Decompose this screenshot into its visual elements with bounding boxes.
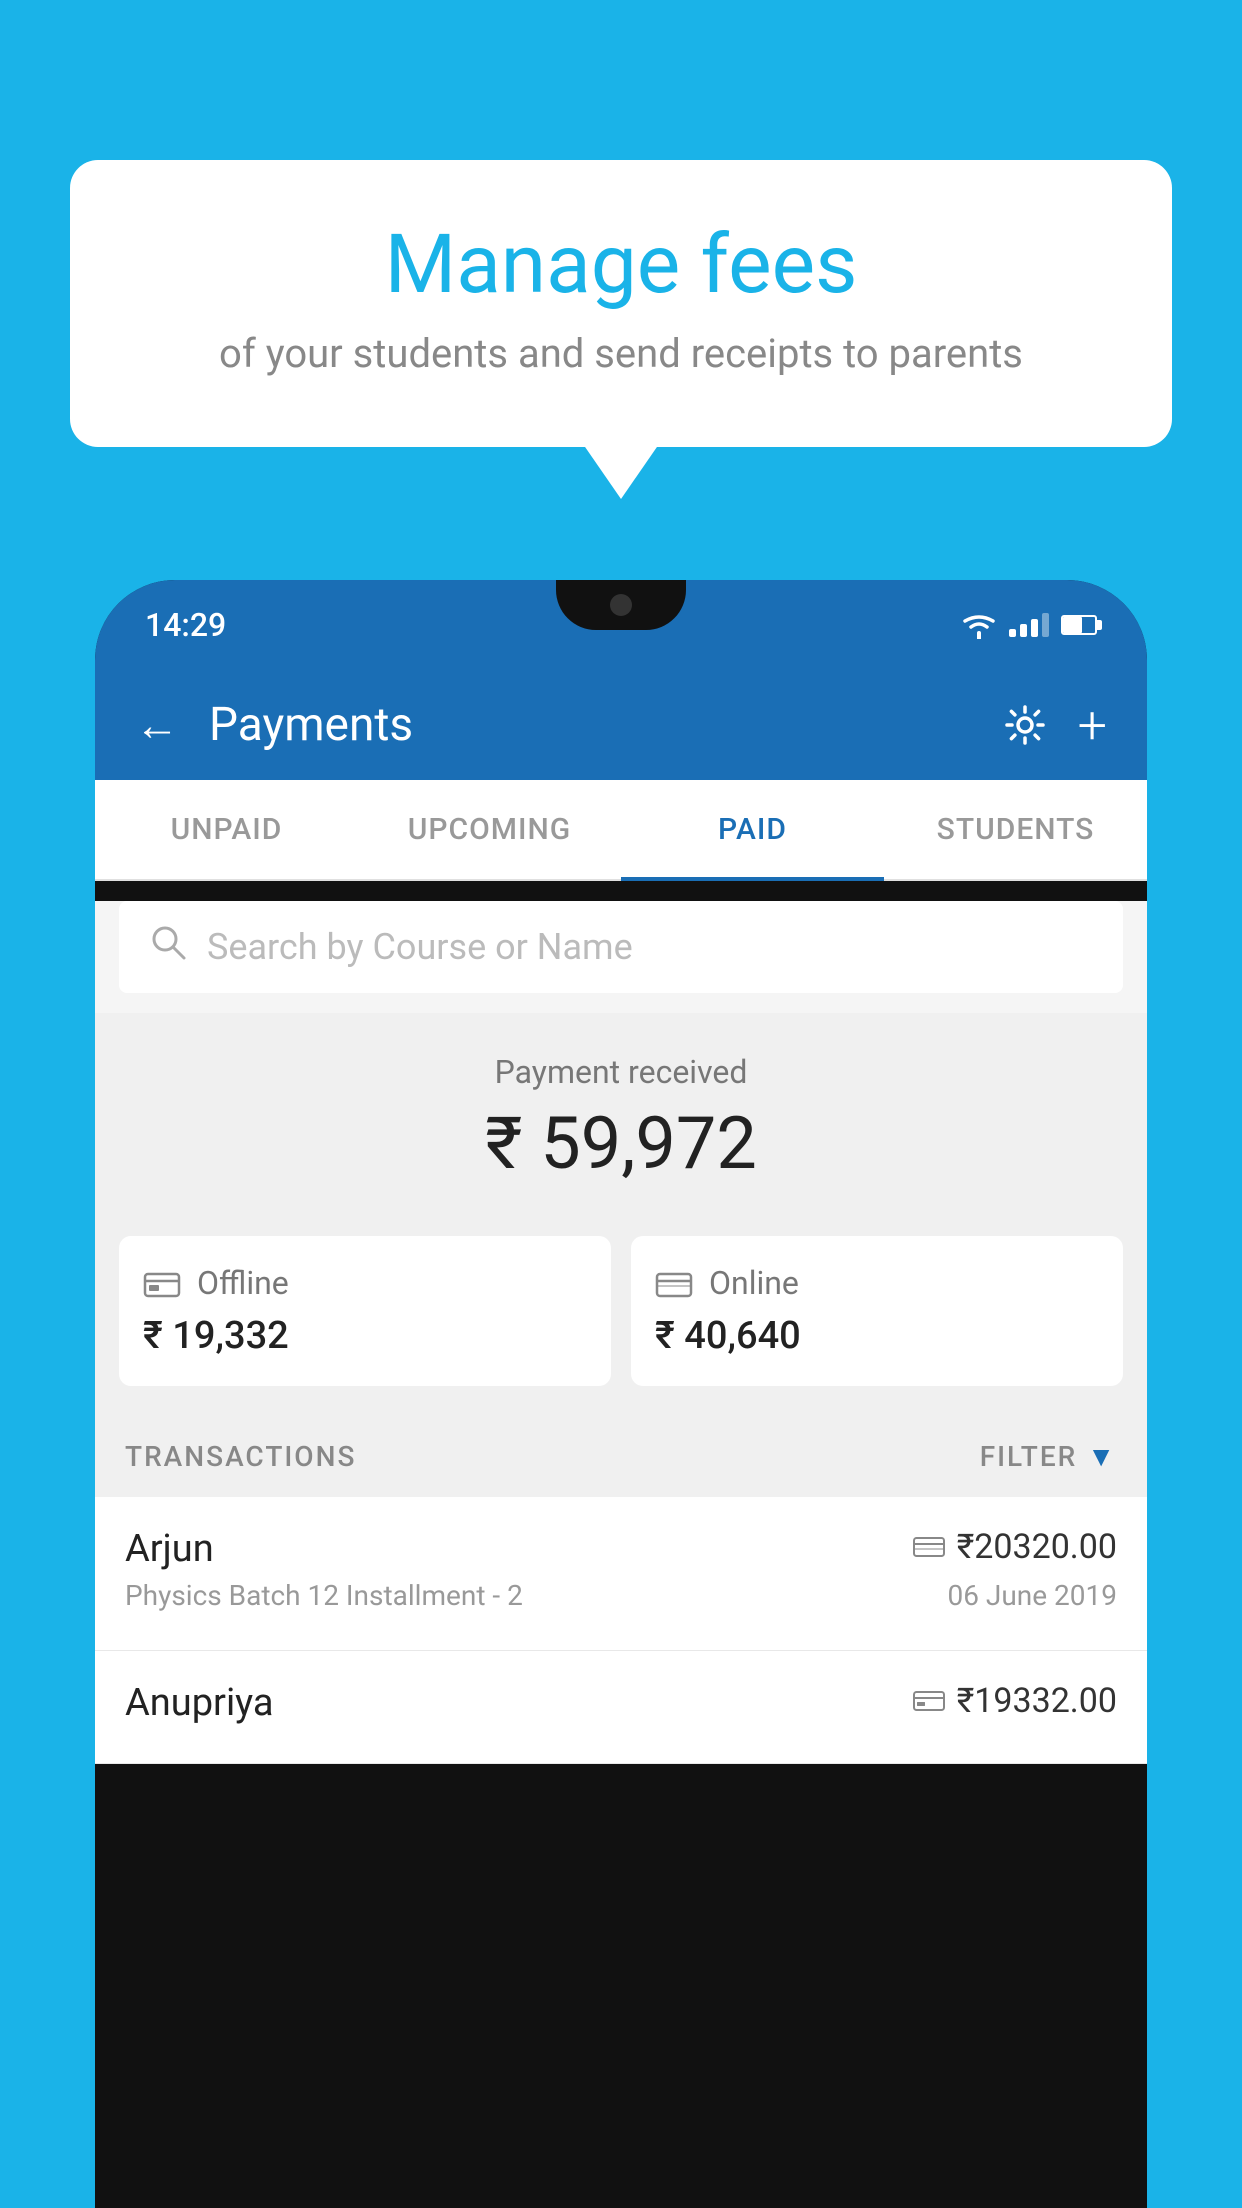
filter-button[interactable]: FILTER ▼	[980, 1440, 1117, 1473]
transaction-name: Anupriya	[125, 1681, 274, 1725]
transaction-row-top: Arjun ₹20320.00	[125, 1527, 1117, 1571]
online-payment-icon	[655, 1268, 693, 1298]
battery-icon	[1061, 615, 1097, 635]
bubble-subtitle: of your students and send receipts to pa…	[120, 330, 1122, 377]
status-icons	[961, 611, 1097, 639]
offline-label: Offline	[197, 1264, 289, 1302]
phone-mockup: 14:29 ← Payments	[95, 580, 1147, 2208]
filter-label: FILTER	[980, 1440, 1078, 1473]
transaction-name: Arjun	[125, 1527, 214, 1571]
back-button[interactable]: ←	[135, 699, 179, 751]
app-bar: ← Payments +	[95, 670, 1147, 780]
status-time: 14:29	[145, 606, 226, 644]
online-amount: ₹ 40,640	[655, 1314, 1099, 1358]
card-payment-icon	[913, 1535, 945, 1559]
table-row[interactable]: Anupriya ₹19332.00	[95, 1651, 1147, 1764]
online-label: Online	[709, 1264, 799, 1302]
transaction-course: Physics Batch 12 Installment - 2	[125, 1579, 523, 1612]
transactions-header: TRANSACTIONS FILTER ▼	[95, 1416, 1147, 1497]
tab-paid[interactable]: PAID	[621, 780, 884, 879]
transaction-row-top: Anupriya ₹19332.00	[125, 1681, 1117, 1725]
speech-bubble: Manage fees of your students and send re…	[70, 160, 1172, 447]
bubble-title: Manage fees	[120, 220, 1122, 310]
tab-students[interactable]: STUDENTS	[884, 780, 1147, 879]
filter-icon: ▼	[1087, 1440, 1117, 1473]
wifi-icon	[961, 611, 997, 639]
add-button[interactable]: +	[1078, 695, 1107, 756]
payment-cards: Offline ₹ 19,332 Online ₹ 40,640	[95, 1216, 1147, 1416]
offline-card: Offline ₹ 19,332	[119, 1236, 611, 1386]
tab-unpaid[interactable]: UNPAID	[95, 780, 358, 879]
offline-card-header: Offline	[143, 1264, 587, 1302]
camera	[610, 594, 632, 616]
search-icon	[149, 923, 187, 971]
offline-amount: ₹ 19,332	[143, 1314, 587, 1358]
offline-payment-small-icon	[913, 1689, 945, 1713]
transaction-amount: ₹19332.00	[957, 1681, 1117, 1721]
offline-payment-icon	[143, 1268, 181, 1298]
tab-upcoming[interactable]: UPCOMING	[358, 780, 621, 879]
table-row[interactable]: Arjun ₹20320.00 Physics Batch 12 Install…	[95, 1497, 1147, 1651]
app-bar-title: Payments	[209, 698, 972, 752]
transactions-label: TRANSACTIONS	[125, 1440, 356, 1473]
online-card: Online ₹ 40,640	[631, 1236, 1123, 1386]
payment-total-amount: ₹ 59,972	[125, 1101, 1117, 1186]
transaction-row-bottom: Physics Batch 12 Installment - 2 06 June…	[125, 1579, 1117, 1612]
signal-icon	[1009, 613, 1049, 637]
screen-content: Search by Course or Name Payment receive…	[95, 901, 1147, 1764]
phone-notch	[556, 580, 686, 630]
online-card-header: Online	[655, 1264, 1099, 1302]
tabs-bar: UNPAID UPCOMING PAID STUDENTS	[95, 780, 1147, 881]
transaction-date: 06 June 2019	[947, 1579, 1117, 1612]
transaction-amount-wrap: ₹20320.00	[913, 1527, 1117, 1567]
gear-icon[interactable]	[1002, 702, 1048, 748]
status-bar: 14:29	[95, 580, 1147, 670]
payment-summary: Payment received ₹ 59,972	[95, 1013, 1147, 1216]
app-bar-actions: +	[1002, 695, 1107, 756]
search-placeholder: Search by Course or Name	[207, 926, 633, 968]
transaction-amount: ₹20320.00	[957, 1527, 1117, 1567]
search-bar[interactable]: Search by Course or Name	[119, 901, 1123, 993]
payment-received-label: Payment received	[125, 1053, 1117, 1091]
transaction-amount-wrap: ₹19332.00	[913, 1681, 1117, 1721]
